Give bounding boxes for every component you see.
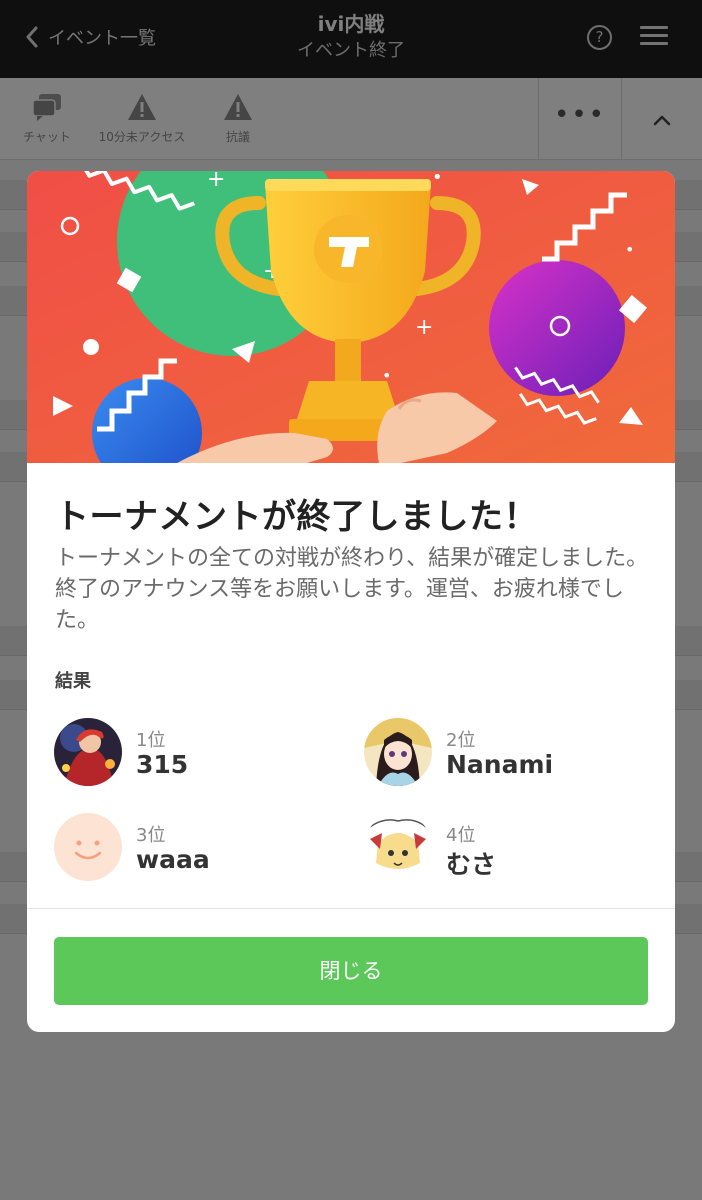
tournament-finished-dialog: + + + • • • トーナメントが終了しました！ トーナメントの全ての対戦が…	[27, 171, 675, 1032]
trophy-illustration: + + + • • •	[27, 171, 675, 463]
results-heading: 結果	[55, 671, 91, 692]
result-name: 315	[136, 750, 189, 779]
result-name: Nanami	[446, 750, 554, 779]
result-rank: 1位	[136, 730, 166, 751]
dialog-heading: トーナメントが終了しました！	[55, 497, 538, 537]
avatar	[364, 813, 432, 881]
avatar	[54, 718, 122, 786]
result-item: 3位 waaa	[54, 813, 334, 885]
svg-text:+: +	[415, 315, 433, 340]
result-rank: 4位	[446, 825, 476, 846]
dialog-divider	[27, 908, 675, 909]
result-name: むさ	[446, 850, 497, 879]
avatar	[364, 718, 432, 786]
dialog-description: トーナメントの全ての対戦が終わり、結果が確定しました。終了のアナウンス等をお願い…	[55, 546, 649, 633]
result-item: 4位 むさ	[364, 813, 644, 885]
result-item: 2位 Nanami	[364, 718, 644, 790]
result-item: 1位 315	[54, 718, 334, 790]
svg-text:•: •	[625, 240, 634, 259]
close-button[interactable]: 閉じる	[54, 937, 648, 1005]
svg-text:+: +	[207, 171, 225, 192]
result-rank: 3位	[136, 825, 166, 846]
avatar	[54, 813, 122, 881]
result-rank: 2位	[446, 730, 476, 751]
svg-text:•: •	[432, 171, 443, 188]
result-name: waaa	[136, 845, 210, 874]
